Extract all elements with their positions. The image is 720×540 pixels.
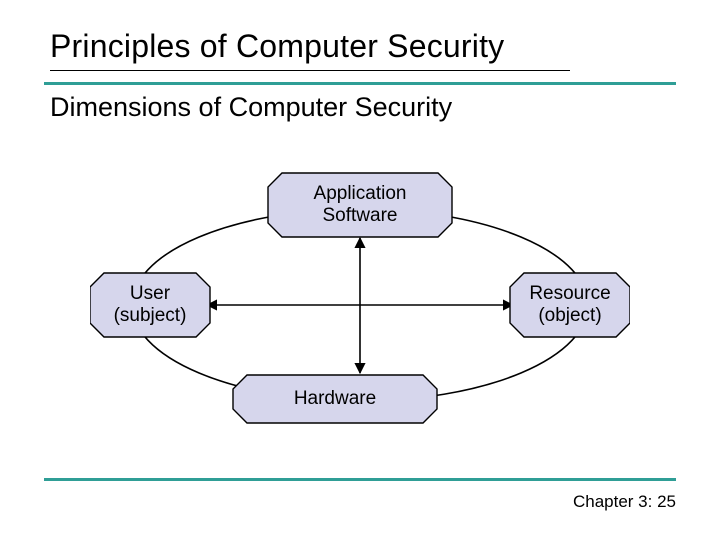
footer-text: Chapter 3: 25: [573, 492, 676, 512]
security-diagram: Application Software User (subject) Reso…: [90, 165, 630, 445]
divider-top: [44, 82, 676, 85]
node-resource-object: [510, 273, 630, 337]
slide: Principles of Computer Security Dimensio…: [0, 0, 720, 540]
node-hardware: [233, 375, 437, 423]
diagram-svg: [90, 165, 630, 445]
node-user-subject: [90, 273, 210, 337]
divider-bottom: [44, 478, 676, 481]
title-underline: [50, 70, 570, 71]
page-subtitle: Dimensions of Computer Security: [50, 92, 452, 123]
page-title: Principles of Computer Security: [50, 28, 504, 65]
node-application-software: [268, 173, 452, 237]
